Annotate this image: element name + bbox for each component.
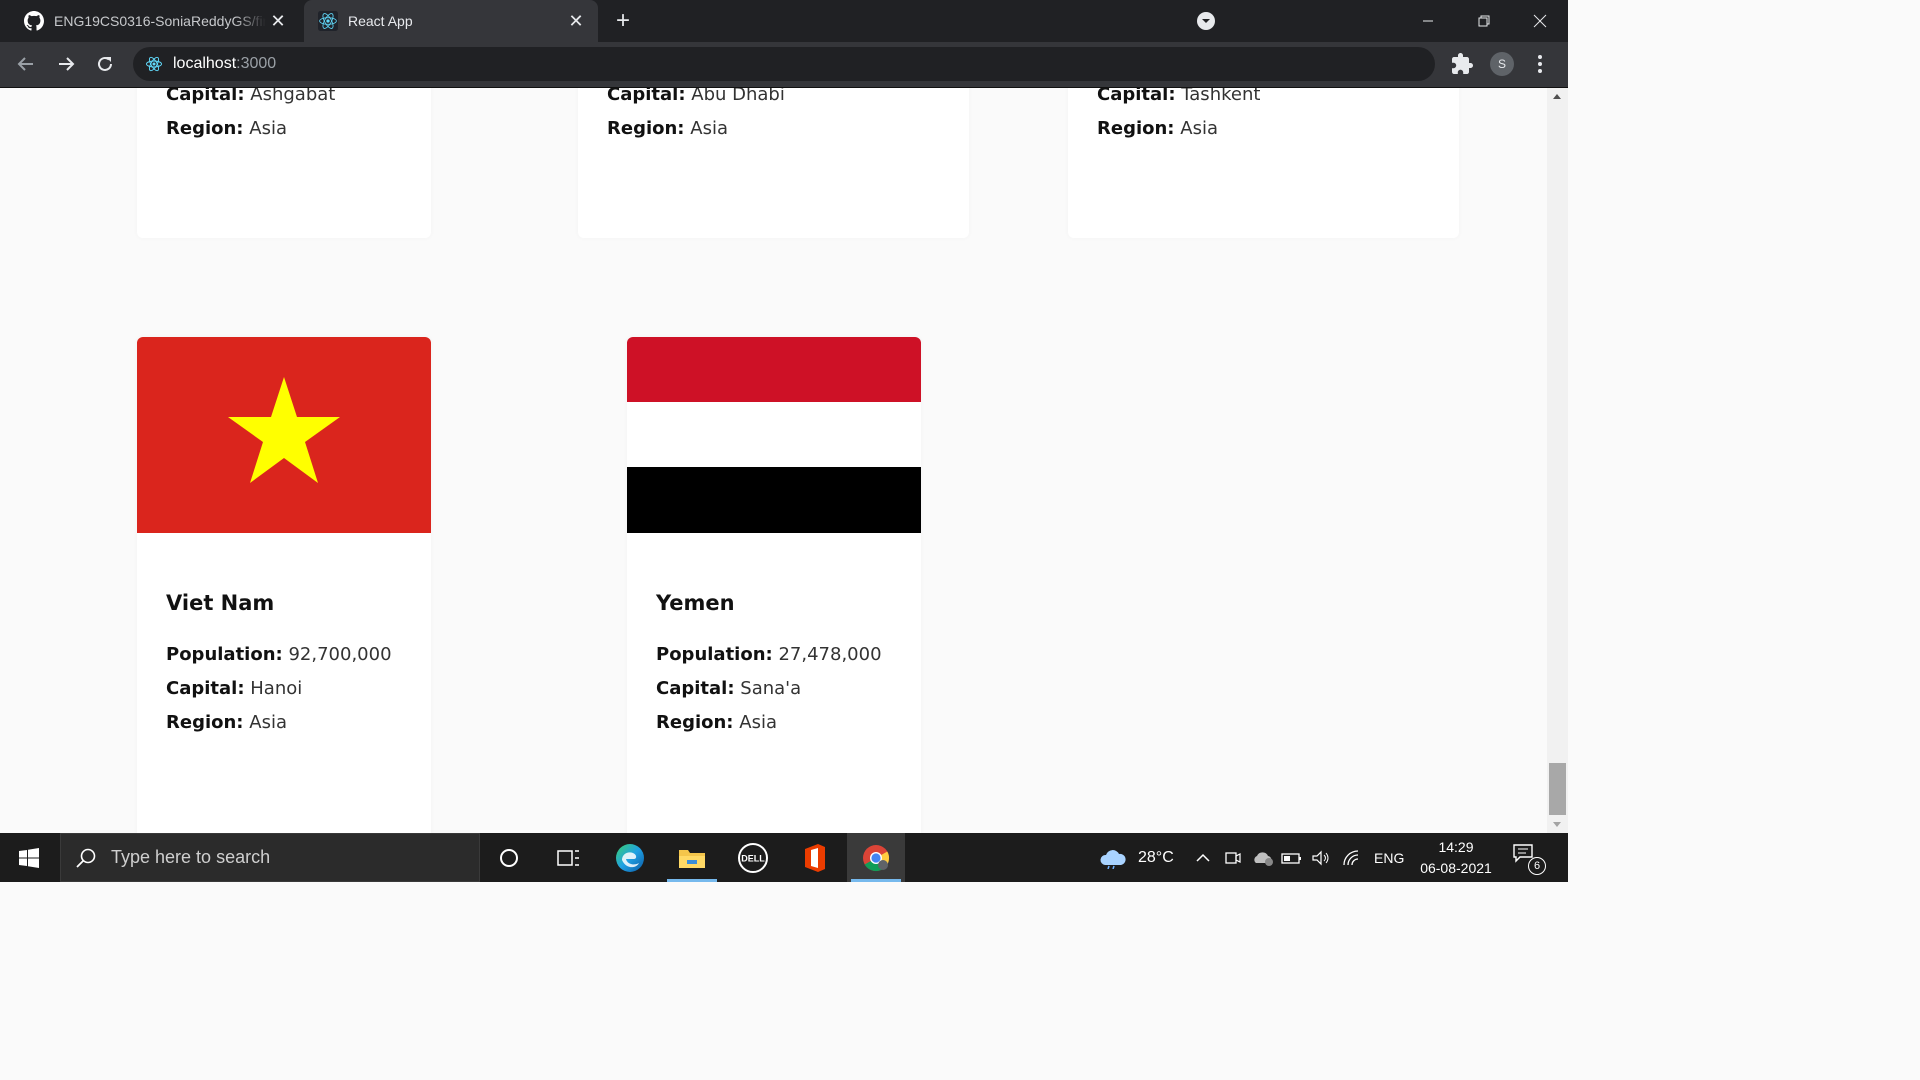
country-card[interactable]: Capital: Abu Dhabi Region: Asia — [578, 88, 969, 238]
region-line: Region: Asia — [607, 118, 728, 139]
capital-value: Abu Dhabi — [691, 88, 785, 105]
close-window-icon[interactable] — [1512, 0, 1568, 42]
tab-github[interactable]: ENG19CS0316-SoniaReddyGS/final ✕ — [0, 0, 300, 42]
region-value: Asia — [249, 712, 287, 733]
vietnam-flag — [137, 337, 431, 533]
address-bar[interactable]: localhost:3000 — [133, 47, 1435, 81]
capital-line: Capital: Hanoi — [166, 678, 303, 699]
tab-title: React App — [348, 13, 413, 29]
capital-value: Ashgabat — [250, 88, 336, 105]
new-tab-button[interactable]: + — [610, 7, 636, 34]
scroll-down-icon[interactable] — [1553, 822, 1561, 827]
wifi-icon[interactable] — [1342, 833, 1362, 882]
chrome-icon[interactable] — [847, 833, 905, 882]
region-line: Region: Asia — [166, 118, 287, 139]
notification-badge: 6 — [1528, 857, 1546, 875]
capital-line: Capital: Sana'a — [656, 678, 802, 699]
file-explorer-icon[interactable] — [663, 833, 721, 882]
cortana-icon[interactable] — [480, 833, 538, 882]
browser-menu-icon[interactable] — [1530, 52, 1550, 76]
region-line: Region: Asia — [1097, 118, 1218, 139]
country-card[interactable]: Capital: Ashgabat Region: Asia — [137, 88, 431, 238]
population-line: Population: 92,700,000 — [166, 644, 392, 665]
tab-react-app[interactable]: React App ✕ — [304, 0, 598, 42]
edge-icon[interactable] — [601, 833, 659, 882]
url-port: :3000 — [236, 55, 277, 72]
tab-title: ENG19CS0316-SoniaReddyGS/final — [54, 13, 266, 29]
population-line: Population: 27,478,000 — [656, 644, 882, 665]
tab-search-icon[interactable] — [1196, 11, 1216, 31]
close-tab-icon[interactable]: ✕ — [266, 9, 290, 33]
svg-text:DELL: DELL — [741, 853, 765, 863]
running-indicator — [851, 879, 901, 882]
show-hidden-icons[interactable] — [1194, 833, 1212, 882]
task-view-icon[interactable] — [539, 833, 597, 882]
meet-icon[interactable] — [1224, 833, 1242, 882]
office-icon[interactable] — [786, 833, 844, 882]
capital-line: Capital: Tashkent — [1097, 88, 1260, 105]
region-line: Region: Asia — [656, 712, 777, 733]
profile-avatar[interactable]: S — [1490, 52, 1514, 76]
windows-taskbar: DELL 28°C — [0, 833, 1568, 882]
language-indicator[interactable]: ENG — [1374, 833, 1404, 882]
weather-widget[interactable]: 28°C — [1098, 833, 1174, 882]
battery-icon[interactable] — [1281, 833, 1303, 882]
clock-date: 06-08-2021 — [1420, 860, 1492, 876]
dell-icon[interactable]: DELL — [724, 833, 782, 882]
minimize-icon[interactable] — [1400, 0, 1456, 42]
tab-strip: ENG19CS0316-SoniaReddyGS/final ✕ React A… — [0, 0, 1568, 42]
region-value: Asia — [249, 118, 287, 139]
restore-icon[interactable] — [1456, 0, 1512, 42]
capital-line: Capital: Ashgabat — [166, 88, 335, 105]
forward-icon[interactable] — [52, 50, 80, 78]
search-input[interactable] — [109, 846, 453, 869]
onedrive-icon[interactable] — [1252, 833, 1274, 882]
page-scrollbar[interactable] — [1547, 88, 1568, 833]
cloud-icon — [1100, 849, 1126, 869]
region-line: Region: Asia — [166, 712, 287, 733]
search-icon — [76, 848, 96, 868]
capital-line: Capital: Abu Dhabi — [607, 88, 785, 105]
back-icon[interactable] — [12, 50, 40, 78]
country-name: Yemen — [656, 591, 735, 615]
capital-value: Hanoi — [250, 678, 303, 699]
page-viewport: Capital: Ashgabat Region: Asia Capital: … — [0, 88, 1547, 833]
region-value: Asia — [690, 118, 728, 139]
country-card-yemen[interactable]: Yemen Population: 27,478,000 Capital: Sa… — [627, 337, 921, 833]
taskbar-search[interactable] — [60, 833, 480, 882]
country-name: Viet Nam — [166, 591, 275, 615]
region-value: Asia — [1180, 118, 1218, 139]
weather-temp: 28°C — [1138, 848, 1174, 866]
action-center-icon[interactable]: 6 — [1512, 843, 1546, 875]
react-icon — [318, 11, 338, 31]
browser-toolbar: localhost:3000 S — [0, 42, 1568, 88]
clock[interactable]: 14:29 06-08-2021 — [1412, 837, 1500, 879]
capital-value: Tashkent — [1181, 88, 1261, 105]
yemen-flag — [627, 337, 921, 533]
population-value: 92,700,000 — [288, 644, 392, 665]
url-host: localhost — [173, 55, 237, 72]
volume-icon[interactable] — [1311, 833, 1331, 882]
country-card-viet-nam[interactable]: Viet Nam Population: 92,700,000 Capital:… — [137, 337, 431, 833]
country-card[interactable]: Capital: Tashkent Region: Asia — [1068, 88, 1459, 238]
running-indicator — [667, 879, 717, 882]
capital-value: Sana'a — [740, 678, 802, 699]
react-icon — [146, 56, 162, 72]
windows-start-icon[interactable] — [0, 833, 58, 882]
scrollbar-thumb[interactable] — [1549, 763, 1566, 815]
scroll-up-icon[interactable] — [1553, 94, 1561, 99]
reload-icon[interactable] — [91, 50, 119, 78]
clock-time: 14:29 — [1438, 839, 1474, 855]
population-value: 27,478,000 — [778, 644, 882, 665]
region-value: Asia — [739, 712, 777, 733]
close-tab-icon[interactable]: ✕ — [564, 9, 588, 33]
github-icon — [24, 11, 44, 31]
extensions-icon[interactable] — [1450, 52, 1474, 76]
